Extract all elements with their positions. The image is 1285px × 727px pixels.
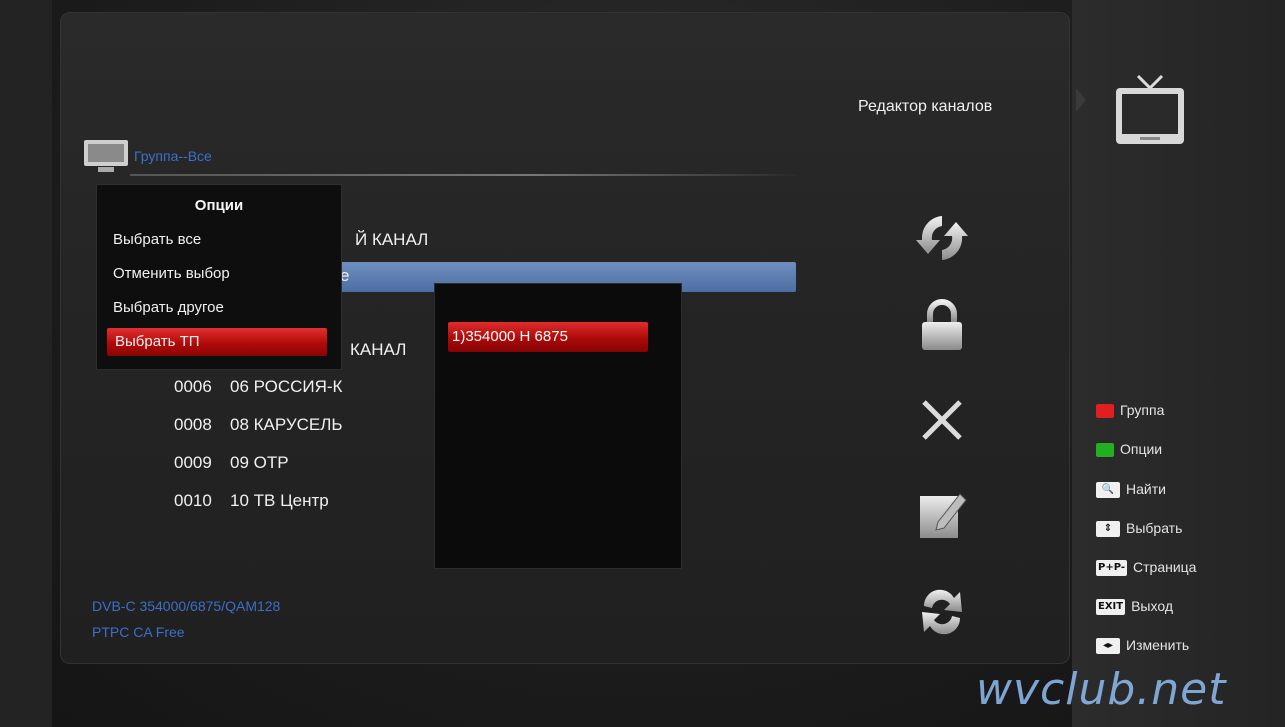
- channel-name: 08 КАРУСЕЛЬ: [230, 415, 343, 434]
- menu-item-select-all[interactable]: Выбрать все: [113, 231, 201, 248]
- channel-row[interactable]: 0006 06 РОССИЯ-К: [174, 377, 342, 397]
- left-right-key-icon: ◂▸: [1096, 638, 1120, 655]
- green-key-icon: [1096, 443, 1114, 458]
- header-arrow: [1076, 88, 1086, 112]
- channel-number: 0006: [174, 377, 212, 396]
- channel-name: 09 ОТР: [230, 453, 289, 472]
- channel-number: 0010: [174, 491, 212, 510]
- group-label: Группа--Все: [134, 148, 212, 164]
- lock-icon[interactable]: [914, 298, 970, 354]
- refresh-icon[interactable]: [914, 210, 970, 266]
- transponder-info: DVB-C 354000/6875/QAM128: [92, 598, 281, 614]
- legend-label: Опции: [1120, 441, 1163, 457]
- menu-item-select-other[interactable]: Выбрать другое: [113, 299, 224, 316]
- red-key-icon: [1096, 404, 1114, 419]
- menu-item-select-tp[interactable]: Выбрать ТП: [107, 328, 327, 356]
- channel-provider-info: PTPC CA Free: [92, 624, 185, 640]
- channel-row[interactable]: 0009 09 ОТР: [174, 453, 289, 473]
- channel-number: 0009: [174, 453, 212, 472]
- legend-label: Выход: [1131, 598, 1173, 614]
- tv-icon: [1116, 74, 1184, 144]
- page-title: Редактор каналов: [858, 98, 993, 115]
- legend-item-group: Группа: [1096, 402, 1165, 419]
- up-down-key-icon: ⇕: [1096, 521, 1120, 538]
- watermark: wvclub.net: [976, 664, 1227, 715]
- divider: [130, 174, 798, 176]
- legend-label: Группа: [1120, 402, 1165, 418]
- options-menu-title: Опции: [194, 197, 244, 214]
- channel-number: 0008: [174, 415, 212, 434]
- legend-label: Изменить: [1126, 637, 1190, 653]
- search-icon: 🔍: [1096, 482, 1120, 499]
- page-key-icon: P+P-: [1096, 560, 1128, 577]
- channel-row[interactable]: КАНАЛ: [350, 340, 406, 360]
- channel-name: 10 ТВ Центр: [230, 491, 329, 510]
- legend-item-change: ◂▸ Изменить: [1096, 637, 1190, 655]
- move-icon[interactable]: [914, 584, 970, 640]
- channel-name: 06 РОССИЯ-К: [230, 377, 343, 396]
- legend-item-select: ⇕ Выбрать: [1096, 520, 1183, 538]
- channel-row[interactable]: 0008 08 КАРУСЕЛЬ: [174, 415, 343, 435]
- legend-item-page: P+P- Страница: [1096, 559, 1197, 577]
- channel-row[interactable]: Й КАНАЛ: [355, 230, 428, 250]
- legend-label: Выбрать: [1126, 520, 1183, 536]
- legend-label: Найти: [1126, 481, 1166, 497]
- legend-item-options: Опции: [1096, 441, 1163, 458]
- monitor-icon: [84, 140, 128, 172]
- legend-item-exit: EXIT Выход: [1096, 598, 1173, 616]
- channel-row[interactable]: 0010 10 ТВ Центр: [174, 491, 329, 511]
- rename-icon[interactable]: [914, 486, 970, 542]
- tp-list-item[interactable]: 1)354000 H 6875: [448, 322, 648, 352]
- left-strip: [0, 0, 52, 727]
- legend-label: Страница: [1133, 559, 1197, 575]
- delete-icon[interactable]: [914, 392, 970, 448]
- legend-item-find: 🔍 Найти: [1096, 481, 1166, 499]
- menu-item-deselect[interactable]: Отменить выбор: [113, 265, 230, 282]
- channel-name: Й КАНАЛ: [355, 230, 429, 249]
- exit-key-icon: EXIT: [1096, 599, 1126, 616]
- channel-name: КАНАЛ: [350, 340, 407, 359]
- options-menu: Опции Выбрать все Отменить выбор Выбрать…: [96, 184, 342, 370]
